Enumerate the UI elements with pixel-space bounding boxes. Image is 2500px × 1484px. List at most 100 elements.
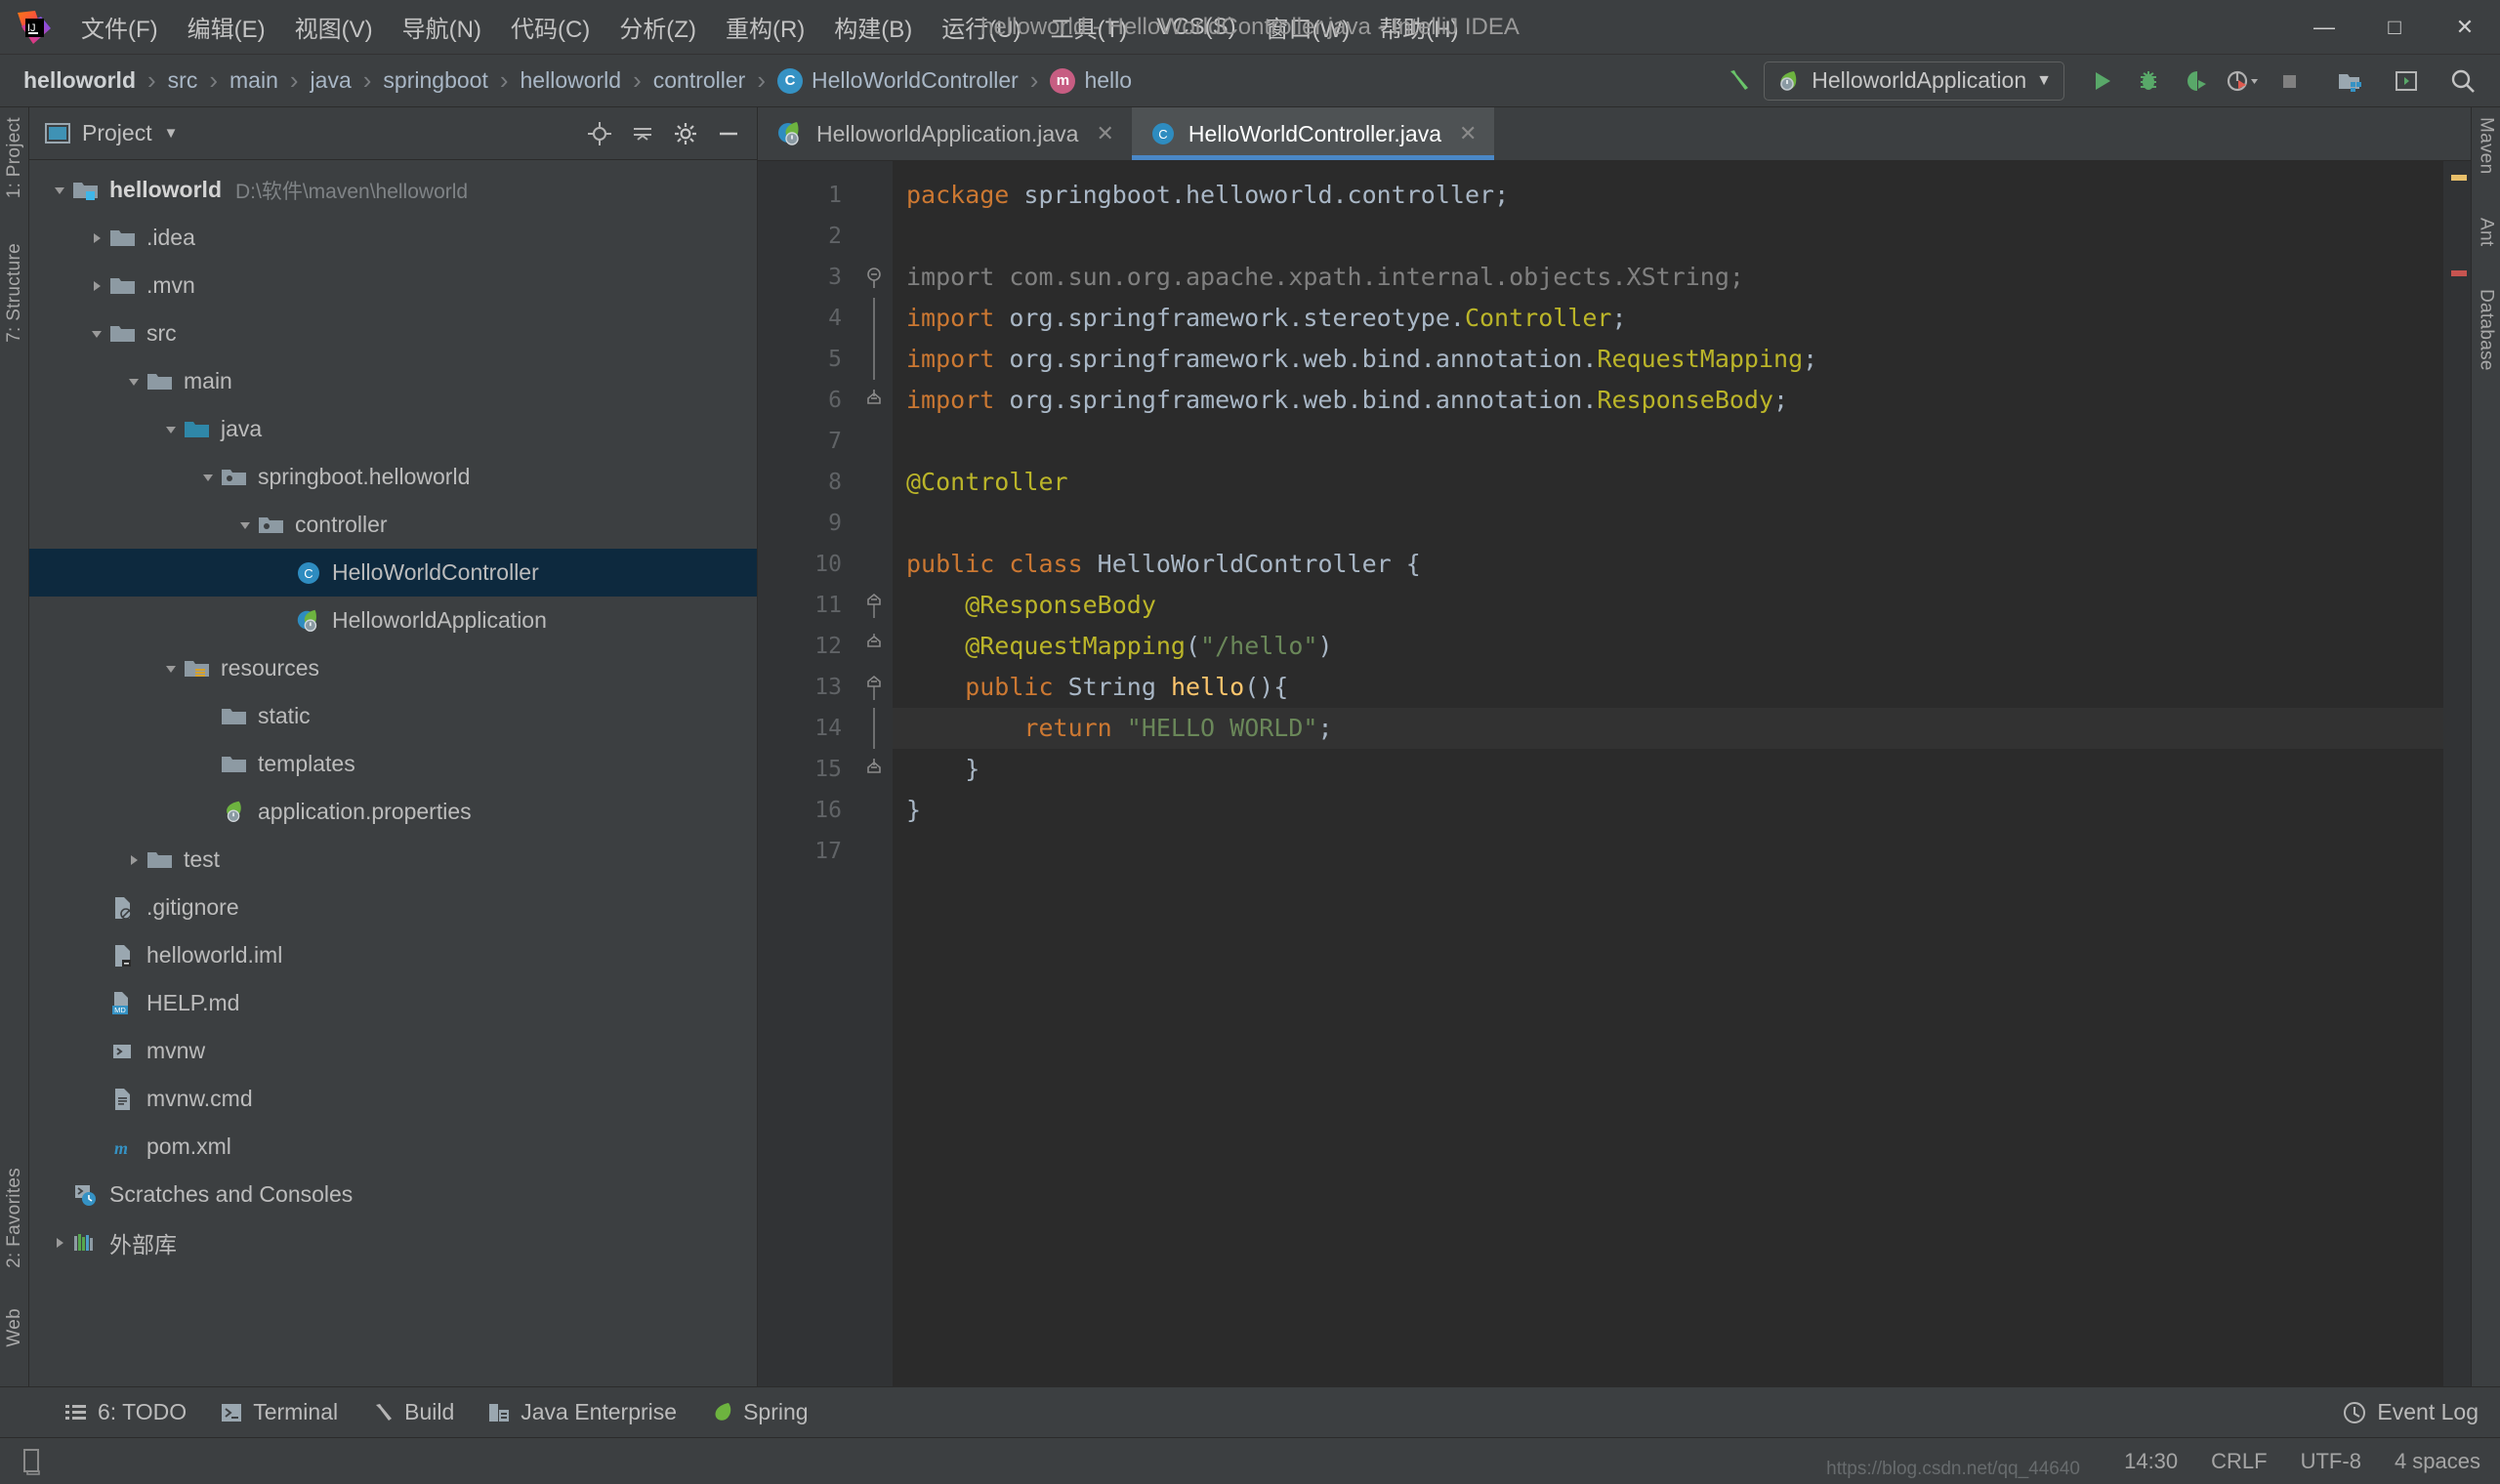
code-folding-gutter[interactable] bbox=[855, 161, 893, 1386]
chevron-down-icon[interactable] bbox=[232, 518, 258, 532]
sidebar-tab-ant[interactable]: Ant bbox=[2472, 208, 2500, 256]
tree-node-helloworldcontroller[interactable]: C HelloWorldController bbox=[29, 549, 757, 597]
menu-edit[interactable]: 编辑(E) bbox=[173, 4, 280, 50]
collapse-all-icon[interactable] bbox=[624, 115, 661, 152]
stop-icon[interactable] bbox=[2268, 60, 2311, 103]
tree-node-mvn[interactable]: .mvn bbox=[29, 262, 757, 309]
breadcrumb-item-springboot[interactable]: springboot bbox=[377, 64, 493, 97]
gear-icon[interactable] bbox=[667, 115, 704, 152]
tree-node-test[interactable]: test bbox=[29, 836, 757, 884]
hide-panel-icon[interactable] bbox=[710, 115, 747, 152]
chevron-right-icon[interactable] bbox=[121, 853, 146, 867]
chevron-down-icon[interactable] bbox=[84, 327, 109, 341]
menu-help[interactable]: 帮助(H) bbox=[1364, 4, 1473, 50]
menu-tools[interactable]: 工具(T) bbox=[1036, 4, 1143, 50]
tool-window-terminal[interactable]: Terminal bbox=[206, 1394, 352, 1430]
tree-node-pom-xml[interactable]: m pom.xml bbox=[29, 1123, 757, 1171]
warning-marker[interactable] bbox=[2451, 175, 2467, 181]
menu-refactor[interactable]: 重构(R) bbox=[711, 4, 819, 50]
tool-window-spring[interactable]: Spring bbox=[696, 1394, 821, 1430]
tree-node-mvnw-cmd[interactable]: mvnw.cmd bbox=[29, 1075, 757, 1123]
chevron-right-icon[interactable] bbox=[47, 1236, 72, 1250]
editor-marker-bar[interactable] bbox=[2443, 161, 2471, 1386]
tree-node-mvnw[interactable]: mvnw bbox=[29, 1027, 757, 1075]
status-indent[interactable]: 4 spaces bbox=[2395, 1449, 2480, 1474]
breadcrumb[interactable]: helloworld › src › main › java › springb… bbox=[0, 64, 1138, 97]
breadcrumb-item-main[interactable]: main bbox=[224, 64, 284, 97]
fold-marker-annotation-12[interactable] bbox=[855, 626, 893, 667]
code-text-area[interactable]: package springboot.helloworld.controller… bbox=[893, 161, 2443, 1386]
tree-node-help-md[interactable]: MD HELP.md bbox=[29, 979, 757, 1027]
breadcrumb-item-method[interactable]: m hello bbox=[1044, 64, 1138, 97]
status-encoding[interactable]: UTF-8 bbox=[2301, 1449, 2361, 1474]
status-line-separator[interactable]: CRLF bbox=[2211, 1449, 2267, 1474]
tool-window-java-enterprise[interactable]: Java Enterprise bbox=[474, 1394, 690, 1430]
tree-node-idea[interactable]: .idea bbox=[29, 214, 757, 262]
tree-node-java[interactable]: java bbox=[29, 405, 757, 453]
fold-marker-method-end[interactable] bbox=[855, 749, 893, 790]
fold-marker-method-start[interactable] bbox=[855, 667, 893, 708]
menu-analyze[interactable]: 分析(Z) bbox=[604, 4, 711, 50]
menu-file[interactable]: 文件(F) bbox=[66, 4, 173, 50]
tree-node-application-properties[interactable]: application.properties bbox=[29, 788, 757, 836]
tree-node-helloworld[interactable]: helloworld D:\软件\maven\helloworld bbox=[29, 166, 757, 214]
terminal-toggle-icon[interactable] bbox=[2385, 60, 2428, 103]
menu-run[interactable]: 运行(U) bbox=[927, 4, 1035, 50]
chevron-down-icon[interactable]: ▼ bbox=[164, 125, 179, 142]
tree-node-gitignore[interactable]: .gitignore bbox=[29, 884, 757, 931]
breadcrumb-item-helloworld-pkg[interactable]: helloworld bbox=[515, 64, 628, 97]
tree-node-static[interactable]: static bbox=[29, 692, 757, 740]
sidebar-tab-favorites[interactable]: 2: Favorites bbox=[0, 1158, 29, 1278]
chevron-down-icon[interactable] bbox=[47, 184, 72, 197]
tree-node-scratches-and-consoles[interactable]: Scratches and Consoles bbox=[29, 1171, 757, 1218]
close-icon[interactable]: ✕ bbox=[1459, 121, 1477, 146]
tool-window-build[interactable]: Build bbox=[357, 1394, 468, 1430]
menu-view[interactable]: 视图(V) bbox=[280, 4, 388, 50]
breadcrumb-item-helloworld[interactable]: helloworld bbox=[18, 64, 142, 97]
profiler-icon[interactable] bbox=[2221, 60, 2264, 103]
breadcrumb-item-src[interactable]: src bbox=[162, 64, 204, 97]
run-icon[interactable] bbox=[2080, 60, 2123, 103]
run-configuration-selector[interactable]: HelloworldApplication ▼ bbox=[1764, 61, 2064, 101]
editor-tab-helloworldapplication[interactable]: HelloworldApplication.java ✕ bbox=[758, 107, 1132, 160]
sidebar-tab-structure[interactable]: 7: Structure bbox=[0, 233, 29, 352]
debug-icon[interactable] bbox=[2127, 60, 2170, 103]
event-log-label[interactable]: Event Log bbox=[2377, 1399, 2479, 1425]
close-icon[interactable]: ✕ bbox=[1096, 121, 1113, 146]
menu-build[interactable]: 构建(B) bbox=[819, 4, 927, 50]
close-button[interactable]: ✕ bbox=[2430, 0, 2500, 55]
error-marker[interactable] bbox=[2451, 270, 2467, 276]
run-coverage-icon[interactable] bbox=[2174, 60, 2217, 103]
sidebar-tab-web[interactable]: Web bbox=[0, 1298, 29, 1357]
tool-window-todo[interactable]: 6: TODO bbox=[51, 1394, 200, 1430]
breadcrumb-item-java[interactable]: java bbox=[305, 64, 357, 97]
tree-node-external-libraries[interactable]: 外部库 bbox=[29, 1218, 757, 1266]
tree-node-resources[interactable]: resources bbox=[29, 644, 757, 692]
chevron-down-icon[interactable] bbox=[121, 375, 146, 389]
chevron-down-icon[interactable] bbox=[195, 471, 221, 484]
sidebar-tab-project[interactable]: 1: Project bbox=[0, 107, 29, 208]
tree-node-springboot-helloworld[interactable]: springboot.helloworld bbox=[29, 453, 757, 501]
tree-node-main[interactable]: main bbox=[29, 357, 757, 405]
menu-vcs[interactable]: VCS(S) bbox=[1142, 8, 1250, 47]
sidebar-tab-maven[interactable]: Maven bbox=[2472, 107, 2500, 185]
chevron-down-icon[interactable] bbox=[158, 423, 184, 436]
fold-marker-annotation-11[interactable] bbox=[855, 585, 893, 626]
editor-tab-helloworldcontroller[interactable]: C HelloWorldController.java ✕ bbox=[1131, 107, 1495, 160]
menu-bar[interactable]: 文件(F) 编辑(E) 视图(V) 导航(N) 代码(C) 分析(Z) 重构(R… bbox=[66, 4, 1474, 50]
menu-navigate[interactable]: 导航(N) bbox=[388, 4, 496, 50]
memory-indicator-icon[interactable] bbox=[20, 1447, 45, 1476]
project-structure-icon[interactable] bbox=[2328, 60, 2371, 103]
tree-node-helloworldapplication[interactable]: HelloworldApplication bbox=[29, 597, 757, 644]
tree-node-helloworld-iml[interactable]: helloworld.iml bbox=[29, 931, 757, 979]
chevron-right-icon[interactable] bbox=[84, 231, 109, 245]
menu-code[interactable]: 代码(C) bbox=[496, 4, 604, 50]
chevron-down-icon[interactable] bbox=[158, 662, 184, 676]
maximize-button[interactable]: □ bbox=[2359, 0, 2430, 55]
tree-node-templates[interactable]: templates bbox=[29, 740, 757, 788]
fold-marker-imports-end[interactable] bbox=[855, 380, 893, 421]
tree-node-src[interactable]: src bbox=[29, 309, 757, 357]
project-tree[interactable]: helloworld D:\软件\maven\helloworld .idea … bbox=[29, 160, 757, 1386]
menu-window[interactable]: 窗口(W) bbox=[1251, 4, 1365, 50]
search-everywhere-icon[interactable] bbox=[2441, 60, 2484, 103]
